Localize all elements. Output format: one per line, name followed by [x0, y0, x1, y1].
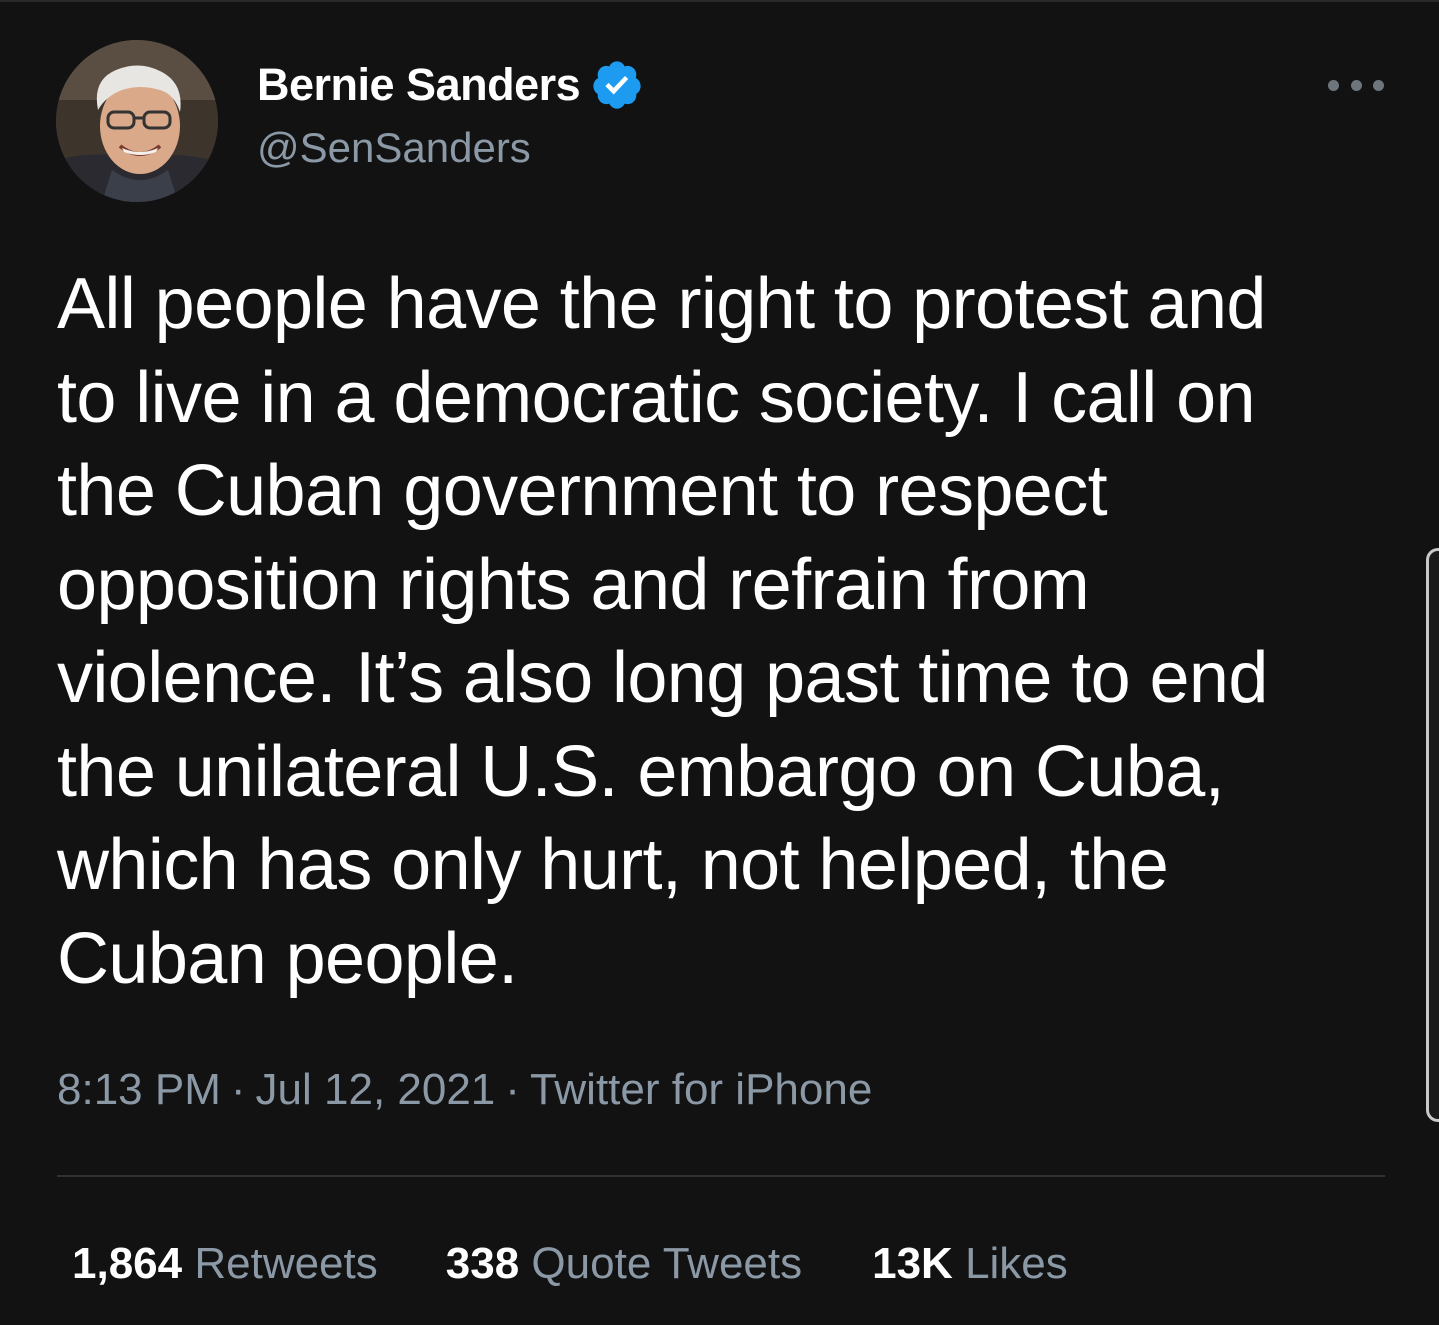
tweet-metadata: 8:13 PM · Jul 12, 2021 · Twitter for iPhone — [57, 1063, 872, 1117]
likes-count: 13K — [872, 1239, 953, 1288]
tweet-line: the unilateral U.S. embargo on Cuba, — [57, 731, 1225, 812]
retweets-label: Retweets — [194, 1239, 378, 1288]
tweet-line: opposition rights and refrain from — [57, 544, 1090, 625]
avatar[interactable] — [56, 40, 218, 202]
tweet-line: All people have the right to protest and — [57, 264, 1266, 344]
verified-badge-icon — [590, 58, 644, 112]
meta-separator: · — [230, 1065, 246, 1114]
author-handle[interactable]: @SenSanders — [257, 122, 531, 174]
quote-tweets-label: Quote Tweets — [531, 1239, 803, 1288]
tweet-stats: 1,864 Retweets 338 Quote Tweets 13K Like… — [72, 1237, 1068, 1291]
more-horizontal-icon-dot — [1373, 79, 1384, 91]
retweets-stat[interactable]: 1,864 Retweets — [72, 1237, 378, 1291]
tweet-line: violence. It’s also long past time to en… — [57, 638, 1268, 718]
meta-separator: · — [505, 1065, 520, 1114]
likes-label: Likes — [965, 1239, 1068, 1288]
top-border — [0, 0, 1439, 2]
more-horizontal-icon-dot — [1350, 79, 1362, 91]
likes-stat[interactable]: 13K Likes — [872, 1237, 1068, 1291]
quote-tweets-count: 338 — [445, 1239, 520, 1288]
tweet-text: All people have the right to protest and… — [57, 258, 1397, 1006]
author-display-name[interactable]: Bernie Sanders — [257, 58, 644, 112]
more-options-button[interactable] — [1328, 68, 1384, 102]
quote-tweets-stat[interactable]: 338 Quote Tweets — [446, 1237, 802, 1291]
more-horizontal-icon — [1328, 79, 1339, 91]
tweet-line: Cuban people. — [57, 918, 518, 999]
profile-photo — [56, 40, 218, 202]
retweets-count: 1,864 — [72, 1239, 183, 1288]
scrollbar[interactable] — [1426, 548, 1439, 1122]
tweet-time[interactable]: 8:13 PM — [57, 1065, 221, 1114]
tweet-line: the Cuban government to respect — [57, 451, 1108, 531]
tweet-line: which has only hurt, not helped, the — [57, 825, 1169, 905]
tweet-line: to live in a democratic society. I call … — [57, 357, 1256, 438]
display-name-text: Bernie Sanders — [257, 59, 581, 110]
tweet-date[interactable]: Jul 12, 2021 — [256, 1065, 496, 1114]
tweet-client[interactable]: Twitter for iPhone — [530, 1065, 872, 1114]
divider — [57, 1175, 1385, 1177]
